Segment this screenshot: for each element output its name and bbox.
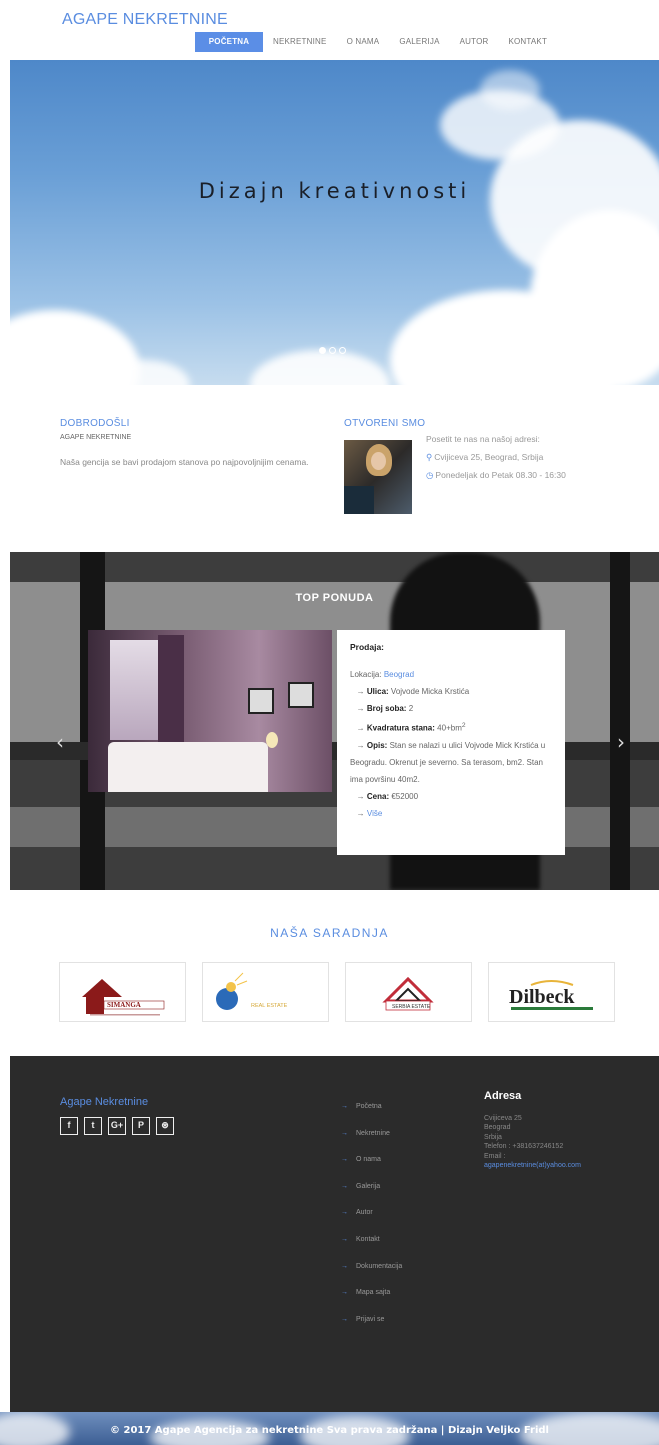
property-rooms: → Broj soba: 2 — [350, 704, 414, 713]
property-card: Prodaja: Lokacija: Beograd → Ulica: Vojv… — [337, 630, 565, 855]
partner-logo-serbia-estate[interactable]: SERBIA ESTATE — [345, 962, 472, 1022]
map-marker-icon: ⚲ — [426, 452, 433, 462]
site-logo[interactable]: AGAPE NEKRETNINE — [62, 11, 228, 29]
footer-brand[interactable]: Agape Nekretnine — [60, 1096, 148, 1108]
partner-logos: SIMANGA REAL ESTATE SERBIA ESTATE Dilbec… — [59, 962, 615, 1022]
footer-link-dokumentacija[interactable]: → Dokumentacija — [341, 1263, 402, 1290]
footer-link-prijavi-se[interactable]: → Prijavi se — [341, 1316, 402, 1343]
nav-autor[interactable]: AUTOR — [450, 32, 499, 52]
google-plus-icon[interactable]: G+ — [108, 1117, 126, 1135]
footer-link-kontakt[interactable]: → Kontakt — [341, 1236, 402, 1263]
arrow-right-icon: → — [341, 1209, 348, 1217]
partner-logo-simanga[interactable]: SIMANGA — [59, 962, 186, 1022]
welcome-text: Naša gencija se bavi prodajom stanova po… — [60, 457, 309, 467]
open-heading: OTVORENI SMO — [344, 418, 426, 429]
twitter-icon[interactable]: t — [84, 1117, 102, 1135]
slider-dots — [319, 347, 346, 354]
footer-address: Adresa Cvijiceva 25 Beograd Srbija Telef… — [484, 1090, 654, 1171]
clock-icon: ◷ — [426, 470, 434, 480]
arrow-right-icon: → — [341, 1103, 348, 1110]
open-intro: Posetit te nas na našoj adresi: — [426, 434, 540, 444]
arrow-right-icon: → — [341, 1315, 348, 1323]
email-link[interactable]: agapenekretnine(at)yahoo.com — [484, 1161, 654, 1171]
welcome-section: DOBRODOŠLI AGAPE NEKRETNINE Naša gencija… — [60, 418, 310, 468]
facebook-icon[interactable]: f — [60, 1117, 78, 1135]
pinterest-icon[interactable]: P — [132, 1117, 150, 1135]
phone-line: Telefon : +381637246152 — [484, 1143, 564, 1150]
hero-title: Dizajn kreativnosti — [198, 179, 471, 203]
social-links: f t G+ P ⊛ — [60, 1117, 174, 1135]
hero-slider: Dizajn kreativnosti — [10, 60, 659, 385]
slider-dot-1[interactable] — [319, 347, 326, 354]
arrow-right-icon: → — [341, 1129, 348, 1137]
address-heading: Adresa — [484, 1090, 522, 1102]
open-hours: ◷ Ponedeljak do Petak 08.30 - 16:30 — [426, 470, 566, 480]
email-label: Email : — [484, 1152, 506, 1160]
property-more: → Više — [350, 808, 383, 818]
footer-link-nekretnine[interactable]: → Nekretnine — [341, 1130, 402, 1157]
arrow-right-icon: → — [341, 1182, 348, 1190]
dribbble-icon[interactable]: ⊛ — [156, 1117, 174, 1135]
nav-pocetna[interactable]: POČETNA — [195, 32, 263, 52]
open-hours-section: OTVORENI SMO Posetit te nas na našoj adr… — [344, 418, 624, 514]
partner-logo-real-estate[interactable]: REAL ESTATE — [202, 962, 329, 1022]
property-photo[interactable] — [88, 630, 332, 792]
arrow-right-icon: → — [341, 1156, 348, 1164]
nav-galerija[interactable]: GALERIJA — [389, 32, 449, 52]
office-photo — [344, 440, 412, 514]
footer-link-mapa-sajta[interactable]: → Mapa sajta — [341, 1289, 402, 1316]
nav-o-nama[interactable]: O NAMA — [337, 32, 390, 52]
partner-name-simanga: SIMANGA — [107, 1001, 141, 1009]
slider-dot-3[interactable] — [339, 347, 346, 354]
copyright-text: © 2017 Agape Agencija za nekretnine Sva … — [110, 1425, 549, 1436]
footer-link-o-nama[interactable]: → O nama — [341, 1156, 402, 1183]
address-line: Cvijiceva 25 — [484, 1114, 522, 1122]
chevron-right-icon[interactable]: › — [617, 730, 625, 754]
top-offer-title: TOP PONUDA — [295, 592, 374, 604]
open-info: Posetit te nas na našoj adresi: ⚲ Cvijice… — [426, 433, 626, 487]
property-type: Prodaja: — [350, 642, 385, 652]
footer-link-pocetna[interactable]: → Početna — [341, 1103, 402, 1130]
main-nav: POČETNA NEKRETNINE O NAMA GALERIJA AUTOR… — [195, 32, 557, 52]
footer-link-autor[interactable]: → Autor — [341, 1209, 402, 1236]
footer-links: → Početna → Nekretnine → O nama → Galerija →… — [341, 1103, 402, 1342]
partner-name-serbia-estate: SERBIA ESTATE — [392, 1004, 431, 1010]
property-street: → Ulica: Vojvode Micka Krstića — [350, 687, 470, 696]
site-footer: Agape Nekretnine f t G+ P ⊛ → Početna → Ne… — [10, 1056, 659, 1412]
top-offer-section: TOP PONUDA ‹ › Prodaja: Lokacija: Beogra… — [10, 552, 659, 890]
slider-dot-2[interactable] — [329, 347, 336, 354]
property-location: Lokacija: Beograd — [350, 670, 415, 679]
location-link[interactable]: Beograd — [384, 670, 414, 679]
arrow-right-icon: → — [341, 1289, 348, 1297]
nav-kontakt[interactable]: KONTAKT — [498, 32, 557, 52]
partner-name-real-estate: REAL ESTATE — [251, 1003, 288, 1009]
property-area: → Kvadratura stana: 40+bm2 — [350, 722, 466, 733]
property-description: → Opis: Stan se nalazi u ulici Vojvode M… — [350, 740, 546, 784]
partners-title: NAŠA SARADNJA — [270, 926, 389, 940]
footer-link-galerija[interactable]: → Galerija — [341, 1183, 402, 1210]
copyright-bar: © 2017 Agape Agencija za nekretnine Sva … — [0, 1412, 659, 1445]
arrow-right-icon: → — [341, 1262, 348, 1270]
partner-name-dilbeck: Dilbeck — [509, 986, 575, 1008]
nav-nekretnine[interactable]: NEKRETNINE — [263, 32, 337, 52]
address-line: Beograd — [484, 1124, 511, 1131]
property-price: → Cena: €52000 — [350, 791, 419, 801]
partner-logo-dilbeck[interactable]: Dilbeck — [488, 962, 615, 1022]
welcome-heading: DOBRODOŠLI — [60, 418, 130, 429]
arrow-right-icon: → — [341, 1235, 348, 1243]
open-address: ⚲ Cvijiceva 25, Beograd, Srbija — [426, 452, 544, 462]
site-header: AGAPE NEKRETNINE POČETNA NEKRETNINE O NA… — [0, 0, 659, 60]
welcome-subheading: AGAPE NEKRETNINE — [60, 434, 132, 441]
chevron-left-icon[interactable]: ‹ — [56, 730, 64, 754]
address-line: Srbija — [484, 1133, 502, 1141]
more-link[interactable]: Više — [367, 809, 382, 818]
